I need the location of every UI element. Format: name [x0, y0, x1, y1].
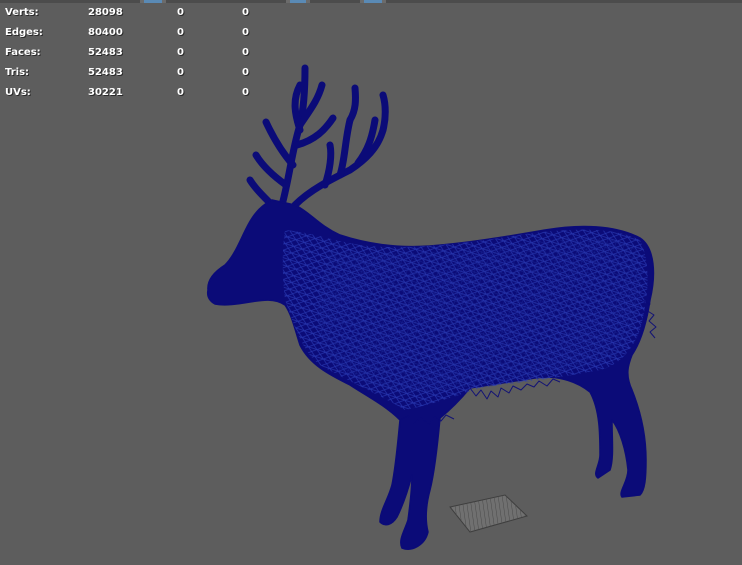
- plane-object[interactable]: [449, 494, 528, 533]
- antlers: [246, 64, 389, 209]
- 3d-viewport[interactable]: Verts: 28098 0 0 Edges: 80400 0 0 Faces:…: [0, 0, 742, 565]
- scene-canvas: [206, 64, 657, 550]
- deer-mesh[interactable]: [206, 64, 657, 550]
